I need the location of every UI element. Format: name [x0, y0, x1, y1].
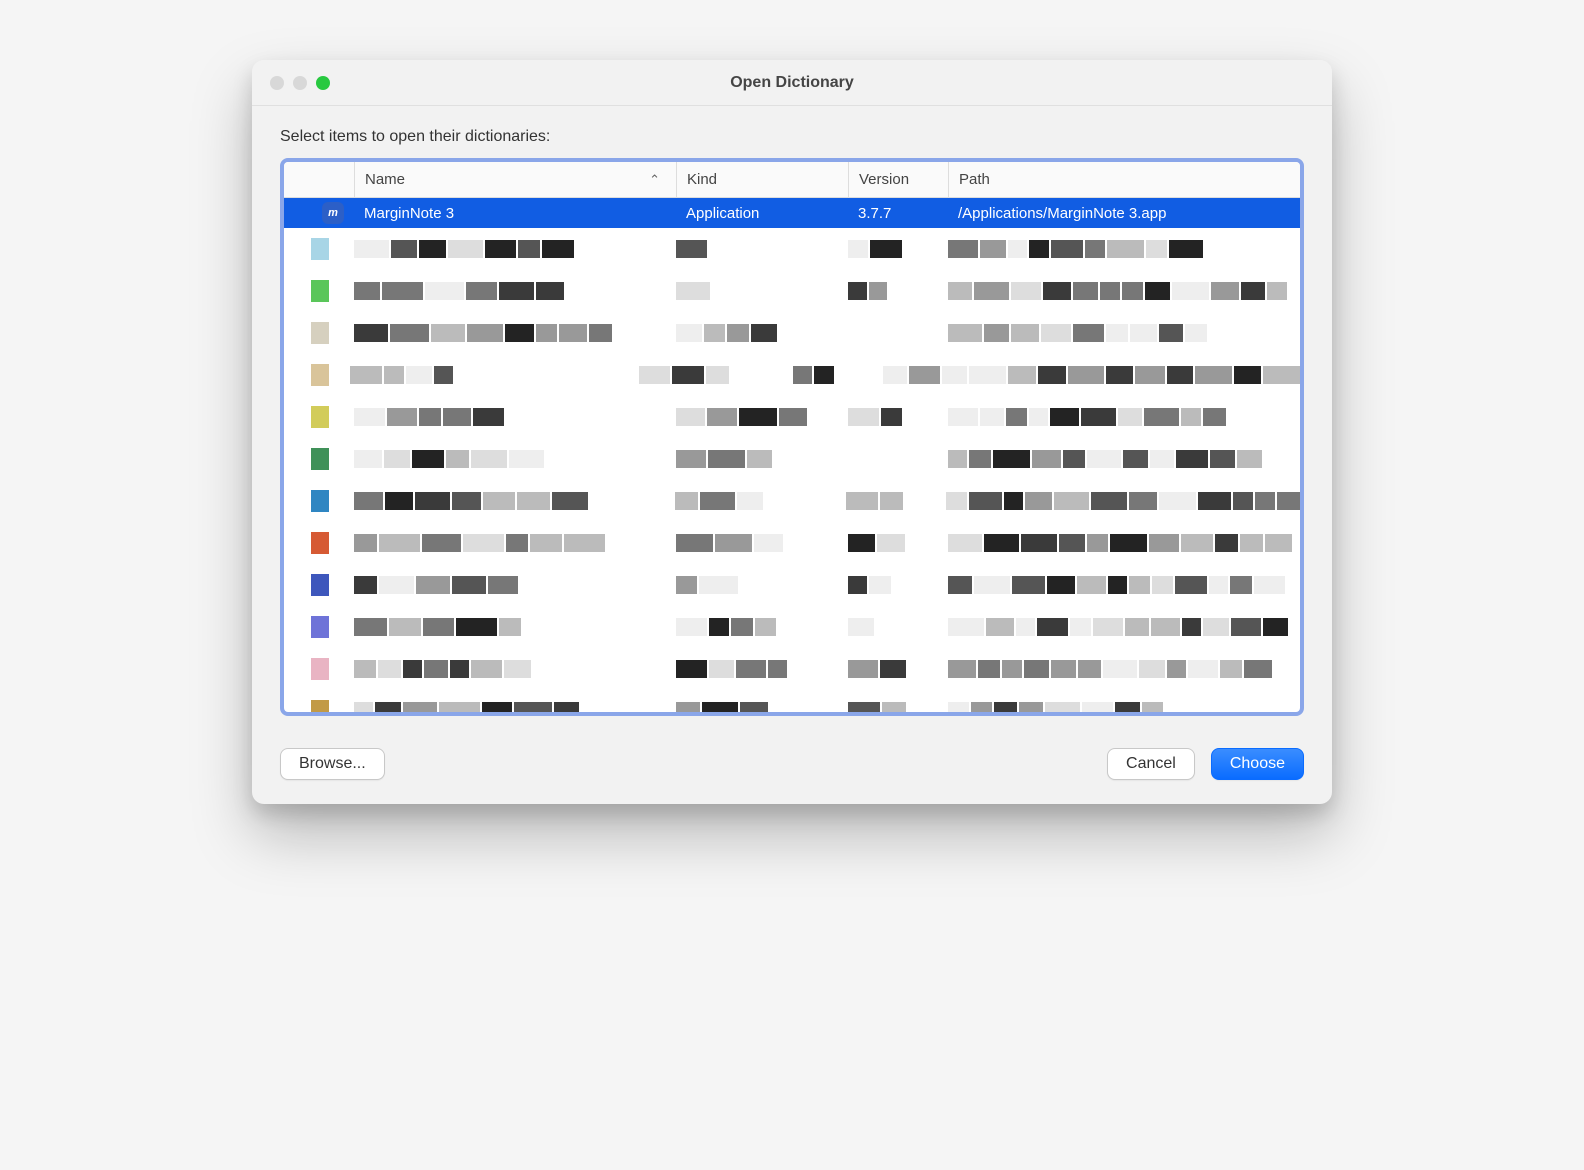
browse-button[interactable]: Browse...	[280, 748, 385, 780]
app-color-swatch-icon	[311, 532, 329, 554]
dialog-buttons: Browse... Cancel Choose	[252, 730, 1332, 804]
app-color-swatch-icon	[311, 658, 329, 680]
table-row[interactable]	[284, 648, 1300, 690]
cancel-button[interactable]: Cancel	[1107, 748, 1195, 780]
table-row[interactable]	[284, 354, 1300, 396]
app-color-swatch-icon	[311, 364, 329, 386]
choose-button[interactable]: Choose	[1211, 748, 1304, 780]
titlebar: Open Dictionary	[252, 60, 1332, 106]
column-header-version-label: Version	[859, 171, 909, 188]
dialog-content: Select items to open their dictionaries:…	[252, 106, 1332, 730]
column-header-kind-label: Kind	[687, 171, 717, 188]
marginnote-app-icon: m	[322, 202, 344, 224]
row-path: /Applications/MarginNote 3.app	[958, 205, 1166, 222]
column-header-name[interactable]: Name ⌃	[354, 162, 676, 197]
traffic-lights	[270, 76, 330, 90]
table-row[interactable]	[284, 480, 1300, 522]
column-header-path[interactable]: Path	[948, 162, 1300, 197]
column-header-path-label: Path	[959, 171, 990, 188]
row-kind: Application	[686, 205, 759, 222]
app-color-swatch-icon	[311, 322, 329, 344]
table-row[interactable]	[284, 312, 1300, 354]
table-row-selected[interactable]: m MarginNote 3 Application 3.7.7 /Applic…	[284, 198, 1300, 228]
window-title: Open Dictionary	[730, 74, 854, 92]
row-app-icon-cell: m	[284, 198, 354, 228]
open-dictionary-dialog: Open Dictionary Select items to open the…	[252, 60, 1332, 804]
row-version-cell: 3.7.7	[848, 198, 948, 228]
table-row[interactable]	[284, 438, 1300, 480]
row-name: MarginNote 3	[364, 205, 454, 222]
app-color-swatch-icon	[311, 406, 329, 428]
table-row[interactable]	[284, 396, 1300, 438]
table-row[interactable]	[284, 228, 1300, 270]
minimize-icon[interactable]	[293, 76, 307, 90]
table-row[interactable]	[284, 522, 1300, 564]
table-row[interactable]	[284, 564, 1300, 606]
row-version: 3.7.7	[858, 205, 891, 222]
column-header-name-label: Name	[365, 171, 405, 188]
app-icon-glyph: m	[328, 207, 338, 219]
table-row[interactable]	[284, 690, 1300, 712]
table-row[interactable]	[284, 270, 1300, 312]
app-color-swatch-icon	[311, 490, 329, 512]
prompt-label: Select items to open their dictionaries:	[280, 128, 1304, 146]
column-header-icon	[284, 162, 354, 197]
application-list[interactable]: Name ⌃ Kind Version Path m	[280, 158, 1304, 716]
app-color-swatch-icon	[311, 238, 329, 260]
app-color-swatch-icon	[311, 448, 329, 470]
column-header-kind[interactable]: Kind	[676, 162, 848, 197]
app-color-swatch-icon	[311, 574, 329, 596]
column-header-version[interactable]: Version	[848, 162, 948, 197]
table-rows: m MarginNote 3 Application 3.7.7 /Applic…	[284, 198, 1300, 712]
column-headers: Name ⌃ Kind Version Path	[284, 162, 1300, 198]
row-path-cell: /Applications/MarginNote 3.app	[948, 198, 1300, 228]
row-kind-cell: Application	[676, 198, 848, 228]
sort-ascending-icon: ⌃	[649, 172, 666, 188]
app-color-swatch-icon	[311, 700, 329, 712]
row-name-cell: MarginNote 3	[354, 198, 676, 228]
app-color-swatch-icon	[311, 280, 329, 302]
app-color-swatch-icon	[311, 616, 329, 638]
close-icon[interactable]	[270, 76, 284, 90]
zoom-icon[interactable]	[316, 76, 330, 90]
table-row[interactable]	[284, 606, 1300, 648]
